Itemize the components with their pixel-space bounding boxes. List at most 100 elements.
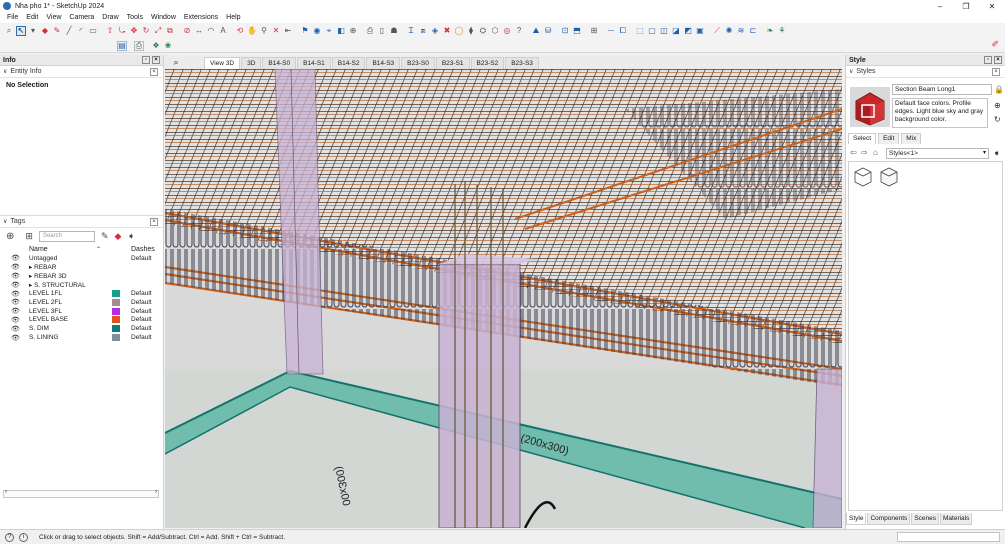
wireframe-icon[interactable]: ▢ (647, 26, 657, 36)
layout-icon[interactable]: ⧈ (418, 26, 428, 36)
color-by-tag-icon[interactable]: ◆ (114, 231, 121, 242)
scale-tool-icon[interactable]: ⤢ (153, 26, 163, 36)
tab-view-3d[interactable]: View 3D (204, 57, 241, 69)
components-panel-icon[interactable]: ▤ (117, 41, 127, 51)
tab-style[interactable]: Style (846, 513, 867, 525)
shaded-texture-icon[interactable]: ◩ (683, 26, 693, 36)
update-style-icon[interactable]: ↻ (994, 115, 1001, 124)
collapse-chevron-icon[interactable]: ∨ (3, 218, 7, 225)
tag-name[interactable]: S. DIM (29, 325, 49, 332)
pen-tool-icon[interactable]: ✐ (991, 39, 999, 50)
chevron-down-icon[interactable]: ▾ (983, 149, 986, 158)
extension-warehouse-icon[interactable]: ❧ (765, 26, 775, 36)
walk-icon[interactable]: ⚑ (300, 26, 310, 36)
paint-bucket-icon[interactable]: ◈ (430, 26, 440, 36)
new-file-icon[interactable]: ▯ (377, 26, 387, 36)
pin-icon[interactable]: ▫ (984, 56, 992, 64)
menu-extensions[interactable]: Extensions (180, 14, 222, 21)
tag-name[interactable]: Untagged (29, 255, 57, 262)
tag-name[interactable]: ▸ REBAR 3D (29, 272, 67, 280)
tag-name[interactable]: LEVEL BASE (29, 316, 68, 323)
model-viewport[interactable]: (200x300) (00Ɛx00 (165, 69, 842, 528)
scenes-icon[interactable]: ⧠ (618, 26, 628, 36)
menu-edit[interactable]: Edit (22, 14, 42, 21)
forward-arrow-icon[interactable]: ⇨ (861, 148, 868, 157)
details-arrow-icon[interactable]: ➧ (993, 148, 1001, 159)
tab-b23-s1[interactable]: B23-S1 (435, 57, 470, 69)
tag-tool-icon[interactable]: ✎ (101, 231, 109, 242)
tag-row[interactable]: 👁 LEVEL 3FL Default (0, 307, 163, 316)
protractor-icon[interactable]: ◠ (206, 26, 216, 36)
tag-name[interactable]: S. LINING (29, 334, 59, 341)
tags-header[interactable]: ∨ Tags × (0, 216, 163, 228)
monochrome-icon[interactable]: ▣ (695, 26, 705, 36)
trash-icon[interactable]: ✖ (442, 26, 452, 36)
tag-row[interactable]: 👁 ▸ REBAR 3D (0, 272, 163, 281)
scroll-left-icon[interactable]: ‹ (5, 489, 7, 495)
xray-icon[interactable]: ⬚ (635, 26, 645, 36)
restore-button[interactable]: ❐ (953, 0, 979, 12)
user-icon[interactable]: ☗ (389, 26, 399, 36)
menu-file[interactable]: File (3, 14, 22, 21)
pan-icon[interactable]: ✋ (247, 26, 257, 36)
entity-info-header[interactable]: ∨ Entity Info × (0, 66, 163, 78)
menu-window[interactable]: Window (147, 14, 180, 21)
help-icon[interactable]: ? (5, 532, 14, 542)
plugin-icon-1[interactable]: ❖ (151, 41, 161, 51)
shaded-icon[interactable]: ◪ (671, 26, 681, 36)
measure-icon[interactable]: ⟋ (712, 26, 722, 36)
offset-tool-icon[interactable]: ⧉ (165, 26, 175, 36)
tray-close-icon[interactable]: × (994, 56, 1002, 64)
solid-tools-icon[interactable]: ⬡ (490, 26, 500, 36)
tab-select[interactable]: Select (848, 133, 877, 144)
menu-draw[interactable]: Draw (98, 14, 122, 21)
visibility-eye-icon[interactable]: 👁 (11, 263, 20, 271)
position-camera-icon[interactable]: ⌖ (324, 26, 334, 36)
follow-me-icon[interactable]: ⤿ (117, 26, 127, 36)
style-swatch-1[interactable] (852, 165, 874, 187)
tag-icon[interactable]: ⧫ (466, 26, 476, 36)
style-description-field[interactable]: Default face colors. Profile edges. Ligh… (892, 98, 988, 128)
visibility-eye-icon[interactable]: 👁 (11, 334, 20, 342)
visibility-eye-icon[interactable]: 👁 (11, 307, 20, 315)
section-plane-icon[interactable]: ◧ (336, 26, 346, 36)
tab-scenes[interactable]: Scenes (911, 513, 939, 525)
text-style-icon[interactable]: Ɪ (406, 26, 416, 36)
info-icon[interactable]: i (19, 532, 28, 542)
visibility-eye-icon[interactable]: 👁 (11, 298, 20, 306)
tab-b14-s0[interactable]: B14-S0 (262, 57, 297, 69)
tab-b14-s1[interactable]: B14-S1 (297, 57, 331, 69)
tag-color-swatch[interactable] (112, 334, 120, 342)
details-arrow-icon[interactable]: ➧ (127, 231, 135, 242)
back-arrow-icon[interactable]: ⇦ (850, 148, 857, 157)
tag-dash[interactable]: Default (131, 290, 152, 297)
tag-row[interactable]: 👁 ▸ REBAR (0, 263, 163, 272)
style-swatch-2[interactable] (878, 165, 900, 187)
style-name-field[interactable]: Section Beam Long1 (892, 84, 992, 95)
line-tool-icon[interactable]: ╱ (64, 26, 74, 36)
pencil-icon[interactable]: ✎ (52, 26, 62, 36)
col-dashes[interactable]: Dashes (131, 246, 155, 253)
look-around-icon[interactable]: ◉ (312, 26, 322, 36)
scroll-right-icon[interactable]: › (155, 489, 157, 495)
visibility-eye-icon[interactable]: 👁 (11, 325, 20, 333)
styles-header[interactable]: ∨ Styles × (846, 66, 1005, 78)
ruler-icon[interactable]: ⏤ (606, 26, 616, 36)
tab-components[interactable]: Components (867, 513, 911, 525)
collapse-chevron-icon[interactable]: ∨ (3, 68, 7, 75)
tab-materials[interactable]: Materials (940, 513, 973, 525)
visibility-eye-icon[interactable]: 👁 (11, 281, 20, 289)
tags-search-input[interactable]: Search (38, 231, 95, 242)
sandbox-icon[interactable]: ⛰ (531, 26, 541, 36)
tag-color-swatch[interactable] (112, 316, 120, 324)
zoom-icon[interactable]: ⚲ (259, 26, 269, 36)
hidden-line-icon[interactable]: ◫ (659, 26, 669, 36)
plugin-icon-2[interactable]: ❀ (163, 41, 173, 51)
visibility-eye-icon[interactable]: 👁 (11, 290, 20, 298)
zoom-window-icon[interactable]: ⊡ (560, 26, 570, 36)
tag-row[interactable]: 👁 S. LINING Default (0, 333, 163, 342)
minimize-button[interactable]: – (927, 0, 953, 12)
close-button[interactable]: ✕ (979, 0, 1005, 12)
tag-name[interactable]: LEVEL 1FL (29, 290, 62, 297)
model-info-icon[interactable]: ⎙ (365, 26, 375, 36)
